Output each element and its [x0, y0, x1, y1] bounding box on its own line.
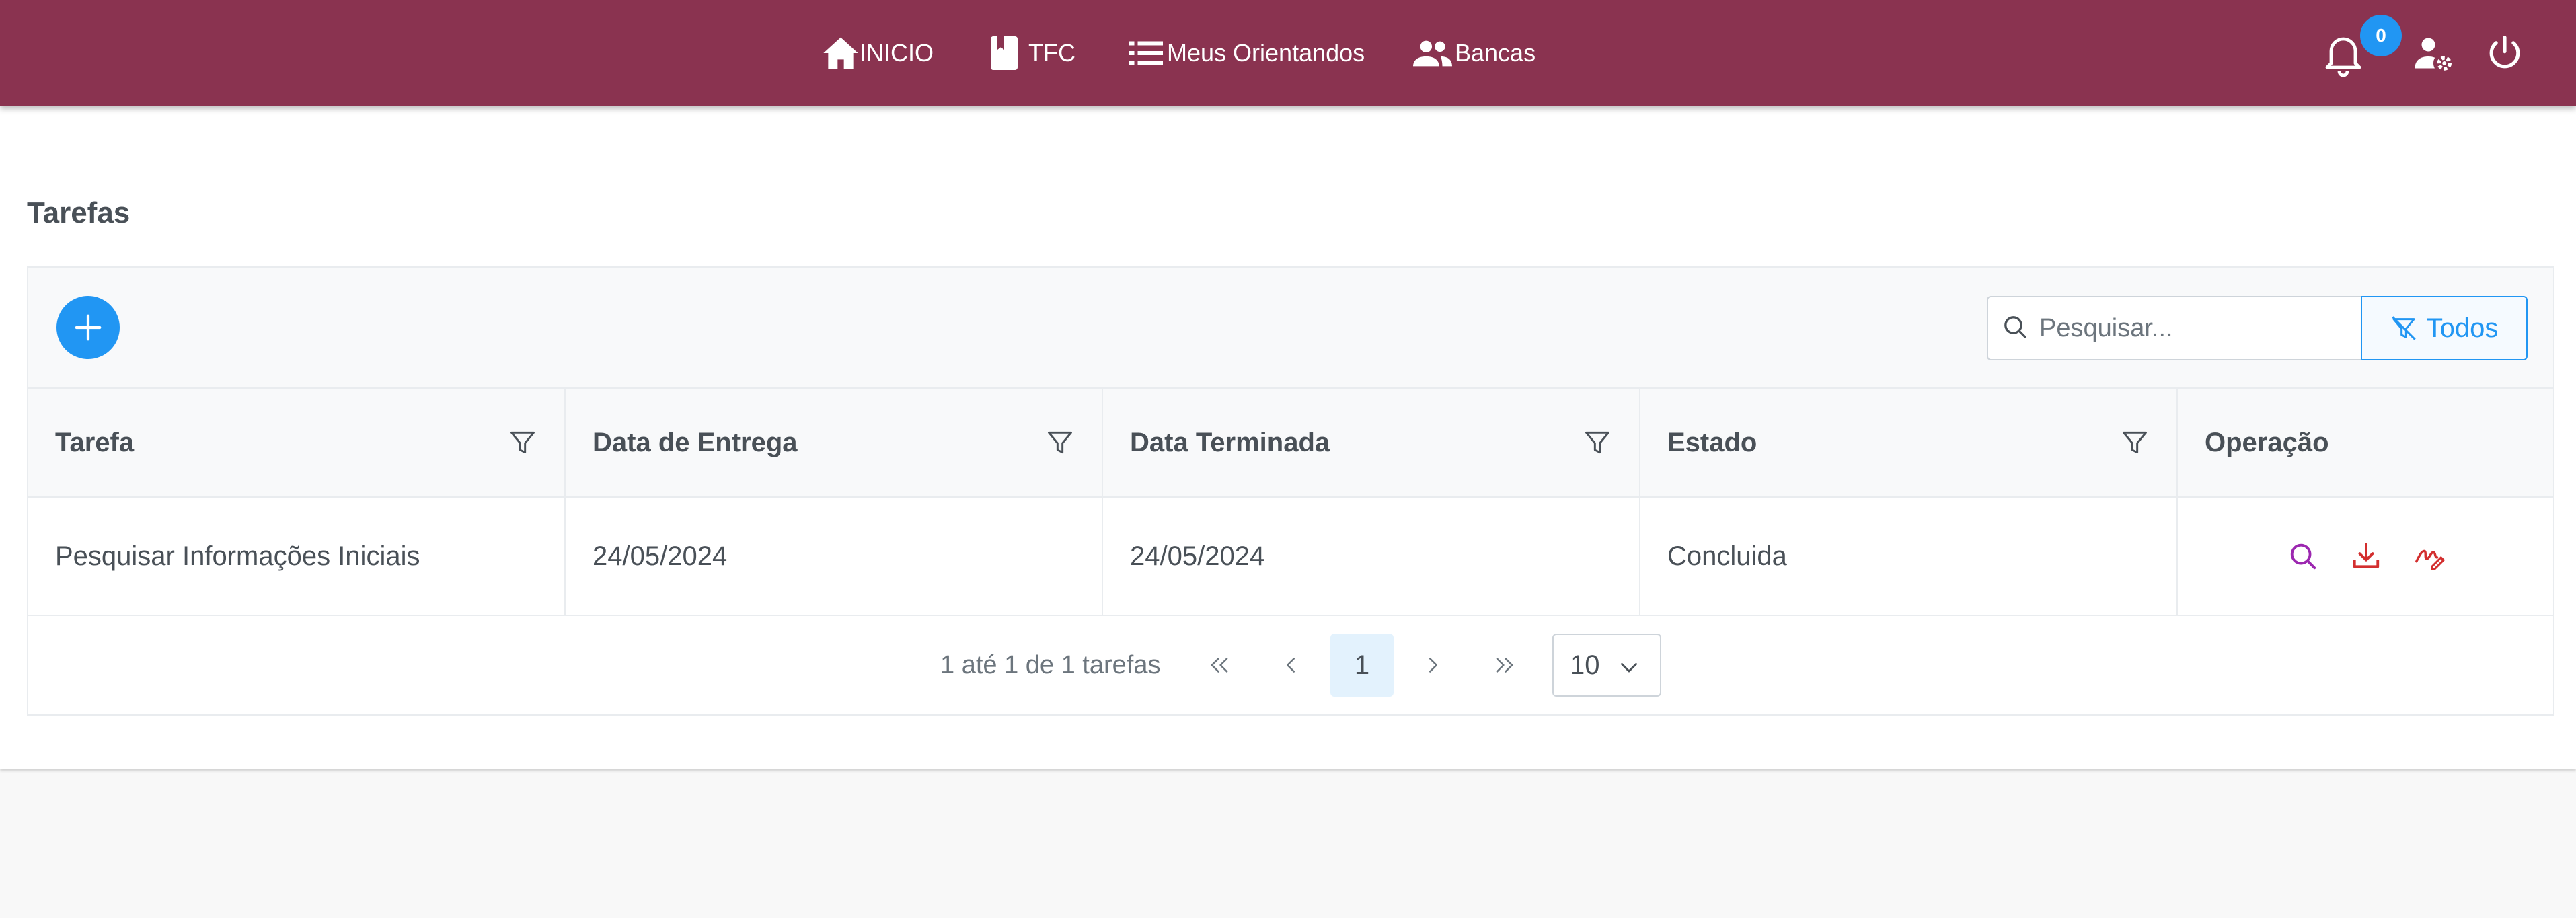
top-navbar: INICIO TFC Meus Orientandos Bancas 0 — [0, 0, 2576, 106]
column-header-operacao: Operação — [2178, 389, 2553, 496]
user-settings-button[interactable] — [2413, 0, 2454, 106]
filter-icon — [2391, 316, 2416, 340]
nav-tfc-label: TFC — [1028, 39, 1075, 67]
notifications-button[interactable] — [2319, 0, 2367, 106]
column-label: Tarefa — [55, 427, 135, 457]
nav-orientandos-label: Meus Orientandos — [1167, 39, 1365, 67]
chevrons-right-icon — [1496, 658, 1513, 673]
column-label: Estado — [1667, 427, 1757, 457]
page-number-button[interactable]: 1 — [1330, 634, 1394, 697]
power-icon — [2489, 36, 2520, 69]
rows-per-page-dropdown[interactable]: 10 — [1552, 634, 1661, 697]
download-icon[interactable] — [2350, 540, 2382, 572]
user-cog-icon — [2415, 38, 2452, 71]
column-filter-icon[interactable] — [508, 428, 537, 464]
chevron-left-icon — [1286, 658, 1295, 673]
cell-tarefa: Pesquisar Informações Iniciais — [28, 498, 566, 615]
table-header: Tarefa Data de Entrega Data Terminada Es… — [28, 389, 2553, 498]
column-filter-icon[interactable] — [1583, 428, 1612, 464]
home-icon — [822, 36, 860, 71]
list-icon — [1129, 40, 1163, 67]
cell-data-terminada: 24/05/2024 — [1103, 498, 1640, 615]
view-search-icon[interactable] — [2287, 540, 2319, 572]
first-page-button[interactable] — [1188, 634, 1251, 697]
chevron-down-icon — [1621, 663, 1637, 673]
page-report: 1 até 1 de 1 tarefas — [940, 651, 1161, 679]
nav-inicio[interactable]: INICIO — [822, 0, 934, 106]
cell-estado: Concluida — [1640, 498, 2178, 615]
cell-operacao — [2178, 498, 2553, 615]
paginator: 1 até 1 de 1 tarefas 1 10 — [28, 616, 2553, 716]
column-label: Data de Entrega — [593, 427, 798, 457]
tasks-table-card: Todos Tarefa Data de Entrega Data Termin… — [27, 266, 2554, 716]
rows-per-page-value: 10 — [1570, 650, 1600, 680]
page-title: Tarefas — [27, 196, 130, 229]
nav-bancas-label: Bancas — [1455, 39, 1536, 67]
prev-page-button[interactable] — [1259, 634, 1322, 697]
nav-inicio-label: INICIO — [860, 39, 934, 67]
next-page-button[interactable] — [1402, 634, 1465, 697]
add-task-button[interactable] — [56, 296, 120, 359]
logout-button[interactable] — [2486, 0, 2524, 106]
column-header-estado: Estado — [1640, 389, 2178, 496]
column-filter-icon[interactable] — [2120, 428, 2150, 464]
search-icon — [2002, 313, 2029, 344]
main-panel: Tarefas Todos Tarefa Data de — [0, 0, 2576, 769]
nav-bancas[interactable]: Bancas — [1413, 0, 1536, 106]
notification-count-badge: 0 — [2360, 15, 2402, 56]
column-header-data-entrega: Data de Entrega — [566, 389, 1103, 496]
column-header-tarefa: Tarefa — [28, 389, 566, 496]
column-header-data-terminada: Data Terminada — [1103, 389, 1640, 496]
chevrons-left-icon — [1211, 658, 1228, 673]
sign-icon[interactable] — [2413, 540, 2446, 572]
chevron-right-icon — [1429, 658, 1438, 673]
column-label: Operação — [2205, 427, 2329, 457]
table-row: Pesquisar Informações Iniciais 24/05/202… — [28, 498, 2553, 616]
search-input[interactable] — [2039, 313, 2335, 343]
status-filter-button[interactable]: Todos — [2361, 296, 2528, 360]
search-field[interactable] — [1987, 296, 2362, 360]
cell-data-entrega: 24/05/2024 — [566, 498, 1103, 615]
table-toolbar: Todos — [28, 268, 2553, 389]
column-label: Data Terminada — [1130, 427, 1330, 457]
nav-tfc[interactable]: TFC — [991, 0, 1075, 106]
plus-icon — [75, 314, 102, 341]
book-icon — [991, 36, 1018, 70]
last-page-button[interactable] — [1473, 634, 1536, 697]
column-filter-icon[interactable] — [1045, 428, 1075, 464]
nav-meus-orientandos[interactable]: Meus Orientandos — [1129, 0, 1365, 106]
filter-button-label: Todos — [2426, 313, 2499, 343]
users-icon — [1413, 39, 1452, 67]
